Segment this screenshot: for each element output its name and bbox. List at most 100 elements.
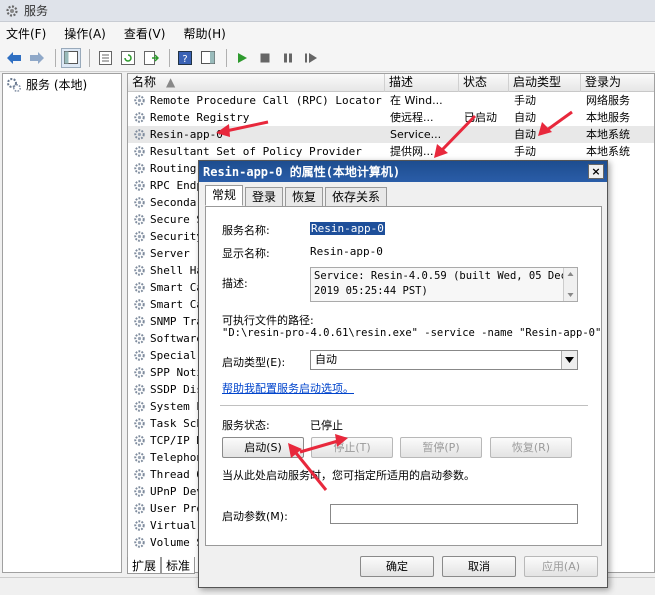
service-name: Resin-app-0 (150, 128, 223, 141)
stop-button[interactable]: 停止(T) (311, 437, 393, 458)
menu-bar: 文件(F) 操作(A) 查看(V) 帮助(H) (0, 22, 655, 44)
description-line-1: Service: Resin-4.0.59 (built Wed, 05 Dec (314, 270, 567, 282)
tab-dependencies[interactable]: 依存关系 (325, 187, 388, 206)
sort-asc-icon: ▲ (166, 75, 176, 89)
description-scrollbar[interactable] (563, 268, 577, 301)
services-gear-icon (6, 4, 18, 17)
dialog-titlebar: Resin-app-0 的属性(本地计算机) × (199, 161, 607, 182)
toolbar-divider (169, 48, 170, 67)
show-action-pane-icon[interactable] (198, 48, 218, 68)
view-tabs: 扩展 标准 (127, 557, 207, 574)
service-description: 在 Wind... (390, 94, 443, 107)
start-params-hint: 当从此处启动服务时，您可指定所适用的启动参数。 (222, 469, 475, 482)
export-list-icon[interactable] (141, 48, 161, 68)
stop-service-icon[interactable] (255, 48, 275, 68)
tree-node-services-local[interactable]: 服务 (本地) (3, 74, 121, 95)
service-startup-type: 自动 (514, 111, 536, 124)
description-label: 描述: (222, 277, 248, 290)
display-name-label: 显示名称: (222, 247, 270, 260)
dialog-tabs: 常规 登录 恢复 依存关系 (205, 185, 389, 207)
tab-standard[interactable]: 标准 (161, 557, 196, 574)
service-logon-as: 本地系统 (586, 128, 630, 141)
start-service-icon[interactable] (232, 48, 252, 68)
service-startup-type: 手动 (514, 145, 536, 158)
service-name-value[interactable]: Resin-app-0 (310, 222, 385, 235)
service-row[interactable]: Resultant Set of Policy Provider 提供网... 手动… (128, 143, 654, 160)
service-row[interactable]: Resin-app-0 Service... 自动 本地系统 (128, 126, 654, 143)
pause-service-icon[interactable] (278, 48, 298, 68)
service-description: 提供网... (390, 145, 434, 158)
chevron-down-icon[interactable] (561, 351, 577, 369)
service-name-label: 服务名称: (222, 224, 270, 237)
properties-icon[interactable] (95, 48, 115, 68)
toolbar-divider (89, 48, 90, 67)
service-row[interactable]: Remote Procedure Call (RPC) Locator 在 Win… (128, 92, 654, 109)
svg-text:?: ? (182, 54, 187, 65)
col-header-logon[interactable]: 登录为 (581, 74, 654, 92)
list-header: 名称 ▲ 描述 状态 启动类型 登录为 (128, 74, 654, 92)
display-name-value[interactable]: Resin-app-0 (310, 245, 383, 258)
startup-help-link[interactable]: 帮助我配置服务启动选项。 (222, 380, 354, 396)
service-status-label: 服务状态: (222, 419, 270, 432)
cancel-button[interactable]: 取消 (442, 556, 516, 577)
tree-node-label: 服务 (本地) (26, 78, 88, 92)
menu-view[interactable]: 查看(V) (124, 25, 166, 42)
tab-extended[interactable]: 扩展 (127, 557, 162, 574)
window-title: 服务 (24, 4, 49, 18)
refresh-icon[interactable] (118, 48, 138, 68)
restart-service-icon[interactable] (301, 48, 321, 68)
service-logon-as: 本地系统 (586, 145, 630, 158)
description-line-2: 2019 05:25:44 PST) (314, 285, 428, 297)
service-name: Resultant Set of Policy Provider (150, 145, 362, 158)
window-titlebar: 服务 (0, 0, 655, 22)
service-status-value: 已停止 (310, 419, 343, 432)
close-icon[interactable]: × (588, 164, 604, 179)
service-description: Service... (390, 128, 442, 141)
col-header-desc[interactable]: 描述 (385, 74, 459, 92)
start-button[interactable]: 启动(S) (222, 437, 304, 458)
service-row[interactable]: Remote Registry 使远程... 已启动 自动 本地服务 (128, 109, 654, 126)
show-console-tree-icon[interactable] (61, 47, 81, 68)
col-header-name[interactable]: 名称 ▲ (128, 74, 385, 92)
menu-help[interactable]: 帮助(H) (183, 25, 225, 42)
service-logon-as: 网络服务 (586, 94, 630, 107)
forward-icon[interactable] (27, 48, 47, 68)
service-description: 使远程... (390, 111, 434, 124)
general-tab-panel: 服务名称: Resin-app-0 显示名称: Resin-app-0 描述: … (205, 206, 602, 546)
executable-path-value[interactable]: "D:\resin-pro-4.0.61\resin.exe" -service… (222, 327, 600, 339)
toolbar-divider (55, 48, 56, 67)
executable-path-label: 可执行文件的路径: (222, 314, 314, 327)
start-params-label: 启动参数(M): (222, 510, 288, 523)
back-icon[interactable] (4, 48, 24, 68)
section-divider (220, 405, 588, 406)
toolbar-divider (226, 48, 227, 67)
dialog-title: Resin-app-0 的属性(本地计算机) (203, 165, 401, 179)
service-logon-as: 本地服务 (586, 111, 630, 124)
service-name: Remote Procedure Call (RPC) Locator (150, 94, 382, 107)
service-name: Remote Registry (150, 111, 250, 124)
apply-button[interactable]: 应用(A) (524, 556, 598, 577)
toolbar: ? (0, 44, 655, 72)
start-params-input[interactable] (330, 504, 578, 524)
menu-file[interactable]: 文件(F) (6, 25, 46, 42)
service-status: 已启动 (464, 111, 497, 124)
services-gear-icon (7, 77, 22, 92)
service-startup-type: 自动 (514, 128, 536, 141)
properties-dialog: Resin-app-0 的属性(本地计算机) × 常规 登录 恢复 依存关系 服… (198, 160, 608, 588)
console-tree: 服务 (本地) (2, 73, 122, 573)
pause-button[interactable]: 暂停(P) (400, 437, 482, 458)
col-header-status[interactable]: 状态 (459, 74, 509, 92)
help-icon[interactable]: ? (175, 48, 195, 68)
ok-button[interactable]: 确定 (360, 556, 434, 577)
startup-type-label: 启动类型(E): (222, 356, 286, 369)
resume-button[interactable]: 恢复(R) (490, 437, 572, 458)
menu-action[interactable]: 操作(A) (64, 25, 106, 42)
description-box[interactable]: Service: Resin-4.0.59 (built Wed, 05 Dec… (310, 267, 578, 302)
tab-recovery[interactable]: 恢复 (285, 187, 324, 206)
tab-general[interactable]: 常规 (205, 185, 244, 206)
col-header-startup[interactable]: 启动类型 (509, 74, 581, 92)
startup-type-value: 自动 (315, 353, 337, 366)
service-startup-type: 手动 (514, 94, 536, 107)
tab-logon[interactable]: 登录 (245, 187, 284, 206)
startup-type-select[interactable]: 自动 (310, 350, 578, 370)
